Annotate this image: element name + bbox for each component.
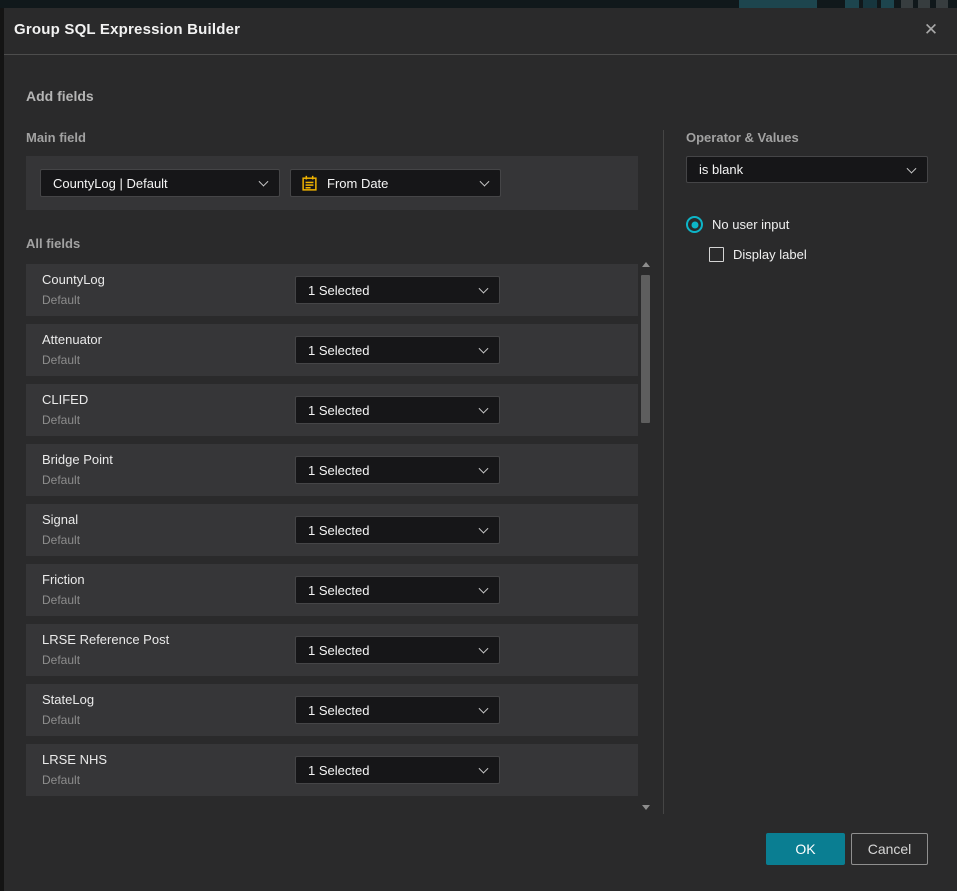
field-subtitle: Default [42, 593, 80, 607]
background-app-fragment [881, 0, 894, 8]
chevron-down-icon [479, 644, 489, 654]
chevron-down-icon [479, 524, 489, 534]
display-label-label: Display label [733, 247, 807, 262]
field-selection-dropdown[interactable]: 1 Selected [295, 276, 500, 304]
close-icon[interactable]: ✕ [918, 17, 944, 43]
operator-dropdown[interactable]: is blank [686, 156, 928, 183]
field-selection-dropdown[interactable]: 1 Selected [295, 576, 500, 604]
fields-list-scrollbar[interactable] [641, 260, 651, 812]
chevron-down-icon [479, 404, 489, 414]
background-app-fragment [739, 0, 817, 8]
chevron-down-icon [479, 284, 489, 294]
field-subtitle: Default [42, 653, 80, 667]
field-subtitle: Default [42, 413, 80, 427]
field-selection-dropdown[interactable]: 1 Selected [295, 636, 500, 664]
background-app-fragment [863, 0, 877, 8]
field-name: Signal [42, 512, 78, 527]
all-fields-label: All fields [26, 236, 80, 251]
field-selection-dropdown[interactable]: 1 Selected [295, 336, 500, 364]
dialog-title: Group SQL Expression Builder [14, 21, 240, 38]
checkbox-unchecked-icon [709, 247, 724, 262]
field-name: StateLog [42, 692, 94, 707]
selection-value: 1 Selected [308, 763, 369, 778]
field-name: LRSE NHS [42, 752, 107, 767]
field-row: Signal Default 1 Selected [26, 504, 638, 556]
selection-value: 1 Selected [308, 463, 369, 478]
display-label-checkbox[interactable]: Display label [709, 247, 807, 262]
selection-value: 1 Selected [308, 343, 369, 358]
field-subtitle: Default [42, 533, 80, 547]
background-app-strip [0, 0, 957, 8]
field-row: Bridge Point Default 1 Selected [26, 444, 638, 496]
field-row: StateLog Default 1 Selected [26, 684, 638, 736]
selection-value: 1 Selected [308, 403, 369, 418]
field-row: Friction Default 1 Selected [26, 564, 638, 616]
selection-value: 1 Selected [308, 643, 369, 658]
field-row: CountyLog Default 1 Selected [26, 264, 638, 316]
group-sql-expression-builder-dialog: Group SQL Expression Builder ✕ Add field… [4, 8, 957, 891]
chevron-down-icon [479, 764, 489, 774]
radio-selected-icon [686, 216, 703, 233]
add-fields-heading: Add fields [26, 88, 94, 104]
field-name: Attenuator [42, 332, 102, 347]
operator-values-label: Operator & Values [686, 130, 799, 145]
main-field-panel: CountyLog | Default From Date [26, 156, 638, 210]
cancel-button[interactable]: Cancel [851, 833, 928, 865]
selection-value: 1 Selected [308, 703, 369, 718]
main-field-date-dropdown[interactable]: From Date [290, 169, 501, 197]
background-app-fragment [936, 0, 948, 8]
operator-dropdown-value: is blank [699, 162, 743, 177]
field-selection-dropdown[interactable]: 1 Selected [295, 756, 500, 784]
field-row: LRSE NHS Default 1 Selected [26, 744, 638, 796]
date-dropdown-value: From Date [327, 176, 388, 191]
selection-value: 1 Selected [308, 523, 369, 538]
chevron-down-icon [479, 344, 489, 354]
calendar-date-icon [301, 175, 318, 192]
field-selection-dropdown[interactable]: 1 Selected [295, 396, 500, 424]
field-subtitle: Default [42, 713, 80, 727]
field-name: Bridge Point [42, 452, 113, 467]
main-field-label: Main field [26, 130, 86, 145]
field-row: Attenuator Default 1 Selected [26, 324, 638, 376]
field-subtitle: Default [42, 353, 80, 367]
field-subtitle: Default [42, 473, 80, 487]
layer-dropdown-value: CountyLog | Default [53, 176, 168, 191]
field-row: CLIFED Default 1 Selected [26, 384, 638, 436]
field-selection-dropdown[interactable]: 1 Selected [295, 456, 500, 484]
background-app-fragment [901, 0, 913, 8]
no-user-input-label: No user input [712, 217, 789, 232]
field-name: LRSE Reference Post [42, 632, 169, 647]
background-app-fragment [845, 0, 859, 8]
scrollbar-thumb[interactable] [641, 275, 650, 423]
scroll-up-arrow-icon[interactable] [642, 262, 650, 267]
background-app-fragment [918, 0, 930, 8]
field-name: CLIFED [42, 392, 88, 407]
chevron-down-icon [479, 704, 489, 714]
main-field-layer-dropdown[interactable]: CountyLog | Default [40, 169, 280, 197]
column-divider [663, 130, 664, 814]
dialog-header: Group SQL Expression Builder ✕ [4, 8, 957, 55]
chevron-down-icon [907, 163, 917, 173]
no-user-input-radio[interactable]: No user input [686, 216, 789, 233]
selection-value: 1 Selected [308, 583, 369, 598]
field-name: Friction [42, 572, 85, 587]
field-subtitle: Default [42, 293, 80, 307]
field-subtitle: Default [42, 773, 80, 787]
chevron-down-icon [479, 584, 489, 594]
field-selection-dropdown[interactable]: 1 Selected [295, 696, 500, 724]
field-row: LRSE Reference Post Default 1 Selected [26, 624, 638, 676]
ok-button[interactable]: OK [766, 833, 845, 865]
all-fields-list: CountyLog Default 1 Selected Attenuator … [26, 264, 638, 804]
chevron-down-icon [479, 464, 489, 474]
selection-value: 1 Selected [308, 283, 369, 298]
field-selection-dropdown[interactable]: 1 Selected [295, 516, 500, 544]
scroll-down-arrow-icon[interactable] [642, 805, 650, 810]
chevron-down-icon [480, 177, 490, 187]
field-name: CountyLog [42, 272, 105, 287]
chevron-down-icon [259, 177, 269, 187]
